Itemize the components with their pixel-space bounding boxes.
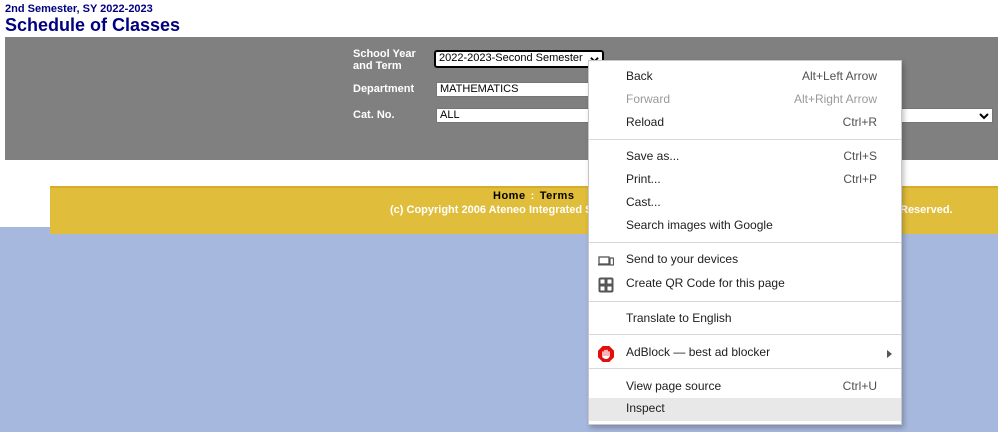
menu-item-forward-label: Forward bbox=[626, 92, 671, 106]
menu-item-adblock-label: AdBlock — best ad blocker bbox=[626, 345, 771, 359]
menu-item-qr-code[interactable]: Create QR Code for this page bbox=[589, 273, 901, 296]
menu-item-view-source[interactable]: View page source Ctrl+U bbox=[589, 376, 901, 399]
semester-label: 2nd Semester, SY 2022-2023 bbox=[5, 3, 153, 15]
cat-no-value: ALL bbox=[440, 109, 460, 121]
school-year-select[interactable]: 2022-2023-Second Semester bbox=[434, 50, 604, 68]
footer-copyright-end: Reserved. bbox=[900, 204, 953, 216]
menu-item-back-label: Back bbox=[626, 69, 653, 83]
menu-item-view-source-label: View page source bbox=[626, 379, 722, 393]
menu-item-search-images-label: Search images with Google bbox=[626, 218, 773, 232]
menu-item-adblock[interactable]: AdBlock — best ad blocker bbox=[589, 342, 901, 365]
menu-item-print[interactable]: Print... Ctrl+P bbox=[589, 169, 901, 192]
menu-item-reload[interactable]: Reload Ctrl+R bbox=[589, 112, 901, 135]
menu-item-cast-label: Cast... bbox=[626, 195, 661, 209]
menu-item-back[interactable]: Back Alt+Left Arrow bbox=[589, 66, 901, 89]
menu-item-save-as-label: Save as... bbox=[626, 149, 680, 163]
menu-item-view-source-shortcut: Ctrl+U bbox=[842, 379, 877, 393]
cat-no-label: Cat. No. bbox=[353, 109, 395, 121]
chevron-right-icon bbox=[887, 350, 892, 358]
qr-code-icon bbox=[598, 277, 614, 293]
menu-item-search-images[interactable]: Search images with Google bbox=[589, 215, 901, 238]
menu-item-qr-code-label: Create QR Code for this page bbox=[626, 276, 785, 290]
school-year-label-line2: and Term bbox=[353, 60, 402, 72]
menu-item-back-shortcut: Alt+Left Arrow bbox=[801, 69, 877, 83]
menu-item-print-label: Print... bbox=[626, 172, 661, 186]
menu-item-inspect[interactable]: Inspect bbox=[589, 398, 901, 421]
menu-item-translate-label: Translate to English bbox=[626, 311, 732, 325]
footer-links: Home: Terms bbox=[493, 190, 574, 202]
chevron-down-icon bbox=[979, 109, 989, 125]
menu-item-send-to-devices-label: Send to your devices bbox=[626, 252, 739, 266]
footer-copyright: (c) Copyright 2006 Ateneo Integrated Stu bbox=[390, 204, 603, 216]
page-title: Schedule of Classes bbox=[5, 15, 181, 35]
department-select[interactable]: MATHEMATICS bbox=[436, 82, 606, 97]
laptop-phone-icon bbox=[598, 253, 615, 269]
menu-item-save-as-shortcut: Ctrl+S bbox=[843, 149, 877, 163]
menu-separator bbox=[589, 334, 901, 335]
menu-item-cast[interactable]: Cast... bbox=[589, 192, 901, 215]
menu-item-forward-shortcut: Alt+Right Arrow bbox=[793, 92, 877, 106]
footer-home-link[interactable]: Home bbox=[493, 190, 526, 202]
school-year-label: School Year and Term bbox=[353, 48, 416, 72]
menu-separator bbox=[589, 301, 901, 302]
menu-item-forward[interactable]: Forward Alt+Right Arrow bbox=[589, 89, 901, 112]
menu-item-reload-label: Reload bbox=[626, 115, 665, 129]
menu-item-reload-shortcut: Ctrl+R bbox=[842, 115, 877, 129]
school-year-label-line1: School Year bbox=[353, 48, 416, 60]
footer-terms-link[interactable]: Terms bbox=[540, 190, 575, 202]
menu-item-print-shortcut: Ctrl+P bbox=[843, 172, 877, 186]
school-year-value: 2022-2023-Second Semester bbox=[439, 52, 583, 64]
menu-separator bbox=[589, 139, 901, 140]
menu-separator bbox=[589, 368, 901, 369]
menu-item-send-to-devices[interactable]: Send to your devices bbox=[589, 249, 901, 272]
department-value: MATHEMATICS bbox=[440, 83, 519, 95]
menu-item-save-as[interactable]: Save as... Ctrl+S bbox=[589, 146, 901, 169]
menu-item-inspect-label: Inspect bbox=[626, 401, 665, 415]
footer-separator: : bbox=[530, 190, 535, 202]
menu-separator bbox=[589, 242, 901, 243]
adblock-hand-icon bbox=[598, 346, 614, 362]
context-menu: Back Alt+Left Arrow Forward Alt+Right Ar… bbox=[588, 60, 902, 425]
menu-item-translate[interactable]: Translate to English bbox=[589, 308, 901, 331]
department-label: Department bbox=[353, 83, 415, 95]
